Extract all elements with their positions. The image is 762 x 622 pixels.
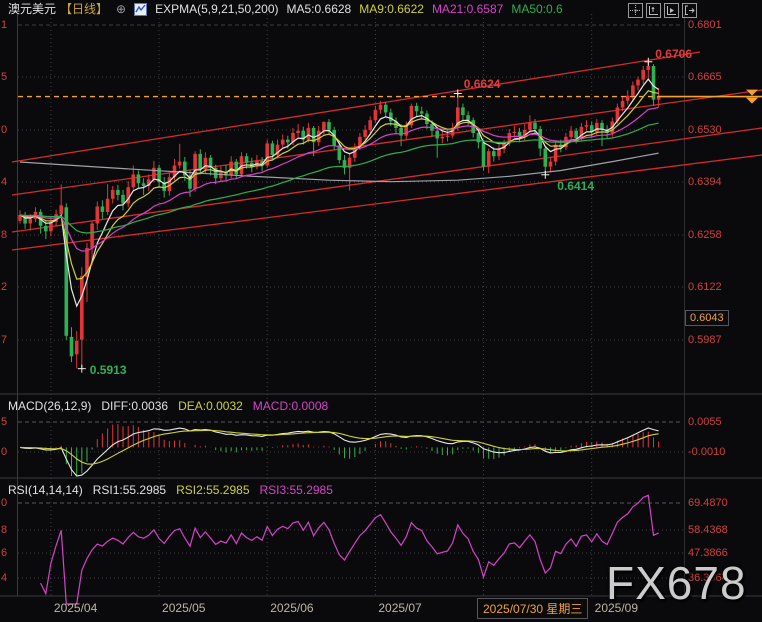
- month-axis-label: 2025/05: [162, 601, 206, 615]
- fx678-watermark: FX678: [606, 557, 747, 609]
- price-axis-label: 0.6258: [688, 229, 722, 241]
- left-axis-cut-label: 0: [1, 446, 8, 458]
- pan-icon[interactable]: [628, 3, 643, 18]
- axis-scale-icon[interactable]: [664, 3, 679, 18]
- expand-right-icon[interactable]: [682, 3, 697, 18]
- left-axis-cut-label: 1: [1, 19, 8, 31]
- price-axis-label: 0.6801: [688, 19, 722, 31]
- symbol-name: 澳元美元: [8, 2, 57, 16]
- left-axis-cut-label: 6: [1, 547, 8, 559]
- left-axis-cut-label: 8: [1, 229, 8, 241]
- ma21-value: MA21:0.6587: [431, 2, 504, 16]
- rsi-axis-label: 69.4870: [688, 497, 728, 509]
- macd-dea-value: DEA:0.0032: [178, 399, 243, 413]
- month-axis-label: 2025/04: [53, 601, 98, 615]
- rsi2-value: RSI2:55.2985: [176, 483, 250, 497]
- left-axis-cut-label: 8: [1, 524, 8, 536]
- left-axis-cut-label: 7: [1, 334, 8, 346]
- swing-high-label: 0.6624: [463, 77, 501, 92]
- left-axis-cut-label: 0: [1, 124, 8, 136]
- macd-macd-value: MACD:0.0008: [252, 399, 329, 413]
- macd-params: MACD(26,12,9): [8, 399, 92, 413]
- candlestick-chart-canvas[interactable]: [0, 0, 762, 622]
- marked-price-label: 0.6043: [685, 310, 729, 326]
- macd-diff-value: DIFF:0.0036: [101, 399, 169, 413]
- swing-high-label: 0.6706: [655, 46, 692, 61]
- rsi-axis-label: 58.4368: [688, 524, 728, 536]
- price-axis-label: 0.5987: [688, 334, 722, 346]
- ma9-value: MA9:0.6622: [359, 2, 424, 16]
- month-axis-label: 2025/07: [378, 601, 422, 615]
- left-axis-cut-label: 4: [1, 572, 8, 584]
- chart-app: 澳元美元 【日线】 ⊕ EXPMA(5,9,21,50,200) MA5:0.6…: [0, 0, 762, 622]
- timeframe-selector[interactable]: 【日线】: [60, 2, 108, 16]
- ma50-value: MA50:0.6: [511, 2, 563, 16]
- price-axis-label: 0.6665: [688, 71, 722, 83]
- rsi3-value: RSI3:55.2985: [259, 483, 333, 497]
- left-axis-cut-label: 0: [1, 497, 8, 509]
- macd-axis-label: -0.0010: [688, 446, 726, 458]
- macd-axis-label: 0.0055: [688, 416, 722, 428]
- month-axis-label: 2025/06: [270, 601, 314, 615]
- left-axis-cut-label: 4: [1, 176, 8, 188]
- rsi-header: RSI(14,14,14) RSI1:55.2985 RSI2:55.2985 …: [8, 483, 333, 497]
- rsi-params: RSI(14,14,14): [8, 483, 83, 497]
- swing-low-label: 0.6414: [557, 178, 594, 193]
- selected-date-label: 2025/07/30 星期三: [477, 598, 589, 619]
- axis-zoom-icon[interactable]: [646, 3, 661, 18]
- chart-type-icon[interactable]: [134, 2, 148, 16]
- ma5-value: MA5:0.6628: [286, 2, 352, 16]
- rsi1-value: RSI1:55.2985: [92, 483, 167, 497]
- add-indicator-icon[interactable]: ⊕: [116, 2, 126, 16]
- indicator-name: EXPMA(5,9,21,50,200): [155, 2, 279, 16]
- price-axis-label: 0.6394: [688, 176, 722, 188]
- swing-low-label: 0.5913: [89, 362, 127, 377]
- left-axis-cut-label: 5: [1, 71, 8, 83]
- left-axis-cut-label: 2: [1, 281, 8, 293]
- left-axis-cut-label: 5: [1, 416, 8, 428]
- chart-toolbar: [628, 3, 697, 18]
- price-axis-label: 0.6122: [688, 281, 722, 293]
- chart-header: 澳元美元 【日线】 ⊕ EXPMA(5,9,21,50,200) MA5:0.6…: [8, 2, 563, 16]
- macd-header: MACD(26,12,9) DIFF:0.0036 DEA:0.0032 MAC…: [8, 399, 328, 413]
- price-axis-label: 0.6530: [688, 124, 722, 136]
